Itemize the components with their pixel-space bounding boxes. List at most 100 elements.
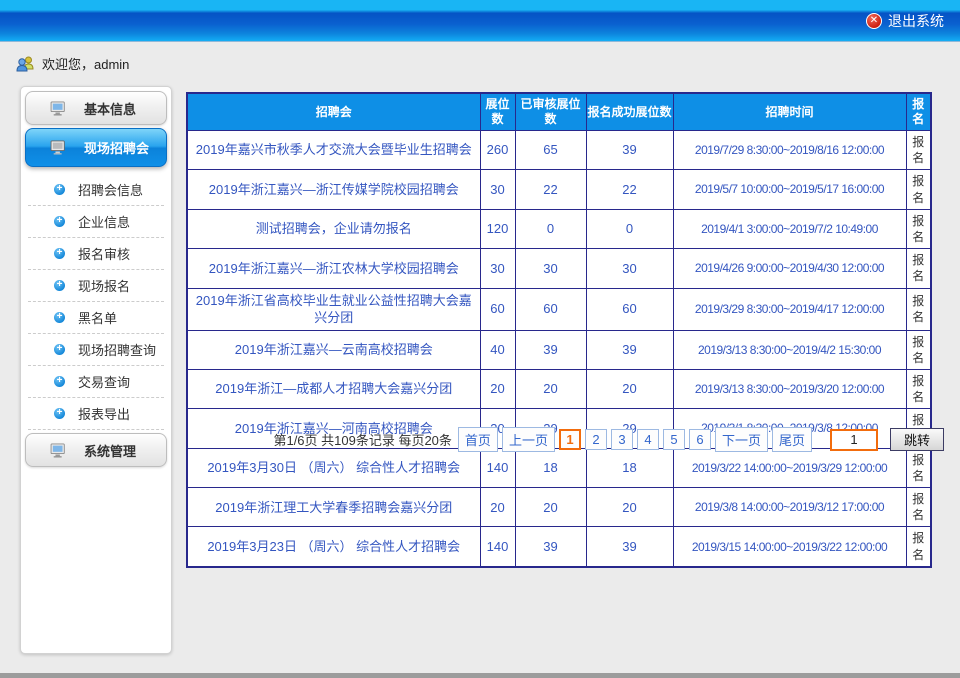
table-body: 2019年嘉兴市秋季人才交流大会暨毕业生招聘会26065392019/7/29 … [187, 131, 931, 567]
sidebar-item-label: 企业信息 [78, 212, 130, 231]
success-count-cell: 22 [586, 170, 673, 209]
recruit-time-cell: 2019/4/26 9:00:00~2019/4/30 12:00:00 [673, 249, 906, 288]
sidebar-item-7[interactable]: + 报表导出 [28, 398, 164, 430]
approved-count-cell: 65 [515, 131, 586, 170]
page-button-4[interactable]: 4 [637, 429, 659, 450]
next-page-button[interactable]: 下一页 [715, 427, 768, 452]
users-icon [16, 56, 35, 72]
table-row: 2019年浙江嘉兴—浙江农林大学校园招聘会3030302019/4/26 9:0… [187, 249, 931, 288]
booth-count-cell: 20 [480, 369, 515, 408]
booth-count-cell: 260 [480, 131, 515, 170]
last-page-button[interactable]: 尾页 [772, 427, 812, 452]
fair-name-link[interactable]: 2019年浙江嘉兴—浙江传媒学院校园招聘会 [187, 170, 480, 209]
apply-link[interactable]: 报名 [906, 369, 931, 408]
sidebar-item-label: 现场招聘查询 [78, 340, 156, 359]
sidebar-item-label: 黑名单 [78, 308, 117, 327]
table-row: 2019年浙江—成都人才招聘大会嘉兴分团2020202019/3/13 8:30… [187, 369, 931, 408]
sidebar-item-3[interactable]: +现场报名 [28, 270, 164, 302]
success-count-cell: 39 [586, 330, 673, 369]
recruit-time-cell: 2019/4/1 3:00:00~2019/7/2 10:49:00 [673, 209, 906, 248]
sidebar-button-basic-info[interactable]: 基本信息 [25, 91, 167, 125]
first-page-button[interactable]: 首页 [458, 427, 498, 452]
apply-link[interactable]: 报名 [906, 448, 931, 487]
sidebar-item-5[interactable]: +现场招聘查询 [28, 334, 164, 366]
success-count-cell: 60 [586, 288, 673, 330]
success-count-cell: 30 [586, 249, 673, 288]
booth-count-cell: 60 [480, 288, 515, 330]
page-button-2[interactable]: 2 [585, 429, 607, 450]
approved-count-cell: 18 [515, 448, 586, 487]
fair-name-link[interactable]: 2019年3月30日 （周六） 综合性人才招聘会 [187, 448, 480, 487]
approved-count-cell: 39 [515, 527, 586, 567]
apply-link[interactable]: 报名 [906, 131, 931, 170]
booth-count-cell: 120 [480, 209, 515, 248]
fair-name-link[interactable]: 2019年嘉兴市秋季人才交流大会暨毕业生招聘会 [187, 131, 480, 170]
sidebar-item-6[interactable]: + 交易查询 [28, 366, 164, 398]
success-count-cell: 39 [586, 131, 673, 170]
jump-button[interactable]: 跳转 [890, 428, 944, 451]
fair-name-link[interactable]: 2019年浙江理工大学春季招聘会嘉兴分团 [187, 488, 480, 527]
page-number-buttons: 123456 [559, 429, 711, 450]
sidebar-item-label: 现场报名 [78, 276, 130, 295]
page-button-5[interactable]: 5 [663, 429, 685, 450]
sidebar-subitems: +招聘会信息+企业信息+报名审核+现场报名+黑名单+现场招聘查询+交易查询+报表… [24, 170, 168, 432]
col-header-fair-name: 招聘会 [187, 93, 480, 131]
monitor-icon [50, 140, 68, 155]
col-header-time: 招聘时间 [673, 93, 906, 131]
col-header-success-count: 报名成功展位数 [586, 93, 673, 131]
approved-count-cell: 20 [515, 488, 586, 527]
fair-name-link[interactable]: 2019年浙江嘉兴—云南高校招聘会 [187, 330, 480, 369]
apply-link[interactable]: 报名 [906, 330, 931, 369]
col-header-apply: 报名 [906, 93, 931, 131]
welcome-text: 欢迎您，admin [42, 54, 129, 73]
apply-link[interactable]: 报名 [906, 209, 931, 248]
page-button-6[interactable]: 6 [689, 429, 711, 450]
recruit-time-cell: 2019/3/29 8:30:00~2019/4/17 12:00:00 [673, 288, 906, 330]
success-count-cell: 18 [586, 448, 673, 487]
plus-circle-icon: + [54, 408, 65, 419]
sidebar-item-2[interactable]: +报名审核 [28, 238, 164, 270]
jump-page-input[interactable] [830, 429, 878, 451]
apply-link[interactable]: 报名 [906, 527, 931, 567]
success-count-cell: 39 [586, 527, 673, 567]
page-button-1[interactable]: 1 [559, 429, 581, 450]
sidebar-button-label: 现场招聘会 [84, 138, 149, 157]
fair-name-link[interactable]: 2019年浙江嘉兴—浙江农林大学校园招聘会 [187, 249, 480, 288]
success-count-cell: 20 [586, 369, 673, 408]
booth-count-cell: 40 [480, 330, 515, 369]
fair-name-link[interactable]: 2019年浙江省高校毕业生就业公益性招聘大会嘉兴分团 [187, 288, 480, 330]
plus-circle-icon: + [54, 376, 65, 387]
top-bar: ✕ 退出系统 [0, 0, 960, 42]
fair-name-link[interactable]: 测试招聘会，企业请勿报名 [187, 209, 480, 248]
page-button-3[interactable]: 3 [611, 429, 633, 450]
sidebar-item-label: 交易查询 [78, 372, 130, 391]
booth-count-cell: 20 [480, 488, 515, 527]
sidebar-button-onsite-fair[interactable]: 现场招聘会 [25, 128, 167, 167]
page-background: ✕ 退出系统 欢迎您，admin 基本信息 [0, 0, 960, 673]
apply-link[interactable]: 报名 [906, 288, 931, 330]
plus-circle-icon: + [54, 184, 65, 195]
sidebar-item-label: 报表导出 [78, 404, 130, 423]
booth-count-cell: 30 [480, 249, 515, 288]
col-header-booth-count: 展位数 [480, 93, 515, 131]
sidebar-item-label: 报名审核 [78, 244, 130, 263]
pagination-bar: 第1/6页 共109条记录 每页20条 首页 上一页 123456 下一页 尾页… [186, 427, 944, 452]
approved-count-cell: 30 [515, 249, 586, 288]
fair-name-link[interactable]: 2019年3月23日 （周六） 综合性人才招聘会 [187, 527, 480, 567]
sidebar-button-label: 系统管理 [84, 441, 136, 460]
apply-link[interactable]: 报名 [906, 170, 931, 209]
logout-button[interactable]: ✕ 退出系统 [866, 0, 944, 42]
sidebar-item-4[interactable]: +黑名单 [28, 302, 164, 334]
table-row: 测试招聘会，企业请勿报名120002019/4/1 3:00:00~2019/7… [187, 209, 931, 248]
approved-count-cell: 20 [515, 369, 586, 408]
prev-page-button[interactable]: 上一页 [502, 427, 555, 452]
sidebar-button-label: 基本信息 [84, 99, 136, 118]
job-fair-table: 招聘会 展位数 已审核展位数 报名成功展位数 招聘时间 报名 2019年嘉兴市秋… [186, 92, 932, 568]
sidebar-item-0[interactable]: +招聘会信息 [28, 174, 164, 206]
apply-link[interactable]: 报名 [906, 249, 931, 288]
sidebar-button-system-admin[interactable]: 系统管理 [25, 433, 167, 467]
sidebar-item-1[interactable]: +企业信息 [28, 206, 164, 238]
recruit-time-cell: 2019/3/22 14:00:00~2019/3/29 12:00:00 [673, 448, 906, 487]
fair-name-link[interactable]: 2019年浙江—成都人才招聘大会嘉兴分团 [187, 369, 480, 408]
apply-link[interactable]: 报名 [906, 488, 931, 527]
